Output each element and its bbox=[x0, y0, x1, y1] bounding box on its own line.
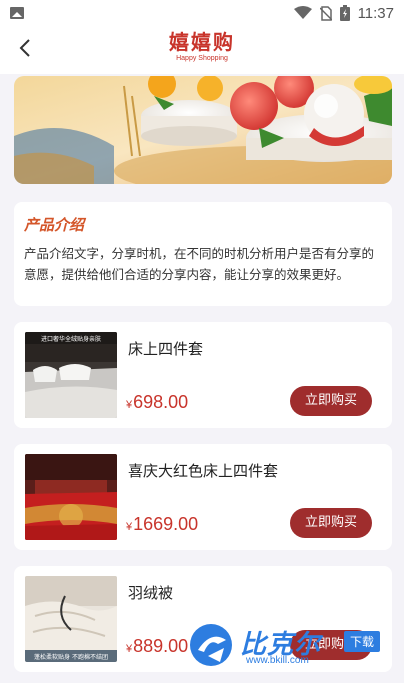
product-name: 喜庆大红色床上四件套 bbox=[128, 462, 279, 480]
product-price: ¥698.00 bbox=[126, 392, 188, 413]
battery-icon bbox=[339, 5, 350, 21]
promo-banner[interactable] bbox=[14, 76, 392, 184]
product-name: 床上四件套 bbox=[128, 340, 204, 358]
product-image: 进口奢华全绒贴身亲肤 bbox=[25, 332, 117, 418]
image-notification-icon bbox=[10, 7, 24, 19]
product-intro-card: 产品介绍 产品介绍文字，分享时机，在不同的时机分析用户是否有分享的意愿，提供给他… bbox=[14, 202, 392, 306]
status-time: 11:37 bbox=[357, 4, 394, 22]
currency-symbol: ¥ bbox=[126, 399, 133, 411]
watermark-download: 下载 bbox=[344, 631, 381, 652]
intro-title: 产品介绍 bbox=[24, 216, 85, 234]
intro-text: 产品介绍文字，分享时机，在不同的时机分析用户是否有分享的意愿，提供给他们合适的分… bbox=[24, 246, 375, 282]
product-card[interactable]: 喜庆大红色床上四件套 ¥1669.00 立即购买 bbox=[14, 444, 392, 550]
price-value: 889.00 bbox=[133, 636, 189, 656]
currency-symbol: ¥ bbox=[126, 643, 133, 655]
buy-now-button[interactable]: 立即购买 bbox=[290, 386, 372, 416]
product-card[interactable]: 进口奢华全绒贴身亲肤 床上四件套 ¥698.00 立即购买 bbox=[14, 322, 392, 428]
watermark-url: www.bkill.com bbox=[246, 655, 309, 666]
product-price: ¥1669.00 bbox=[126, 514, 198, 535]
thumb-caption: 蓬松柔软贴身 不跑棉不结团 bbox=[34, 653, 108, 661]
app-header: 嬉嬉购 Happy Shopping bbox=[0, 26, 404, 74]
logo-text: 嬉嬉购 bbox=[169, 30, 235, 54]
wifi-icon bbox=[293, 6, 312, 19]
price-value: 698.00 bbox=[133, 392, 189, 412]
logo-subtitle: Happy Shopping bbox=[176, 55, 228, 62]
product-name: 羽绒被 bbox=[128, 584, 174, 602]
thumb-caption: 进口奢华全绒贴身亲肤 bbox=[41, 335, 101, 343]
product-image: 蓬松柔软贴身 不跑棉不结团 bbox=[25, 576, 117, 662]
no-sim-icon bbox=[319, 5, 332, 21]
watermark-logo-icon bbox=[190, 624, 232, 666]
product-price: ¥889.00 bbox=[126, 636, 188, 657]
back-arrow-icon[interactable] bbox=[14, 36, 38, 60]
currency-symbol: ¥ bbox=[126, 521, 133, 533]
product-image bbox=[25, 454, 117, 540]
status-bar: 11:37 bbox=[0, 0, 404, 26]
buy-now-button[interactable]: 立即购买 bbox=[290, 508, 372, 538]
watermark: 比克尔 下载 www.bkill.com bbox=[182, 622, 404, 670]
app-logo: 嬉嬉购 Happy Shopping bbox=[152, 30, 252, 64]
price-value: 1669.00 bbox=[133, 514, 199, 534]
